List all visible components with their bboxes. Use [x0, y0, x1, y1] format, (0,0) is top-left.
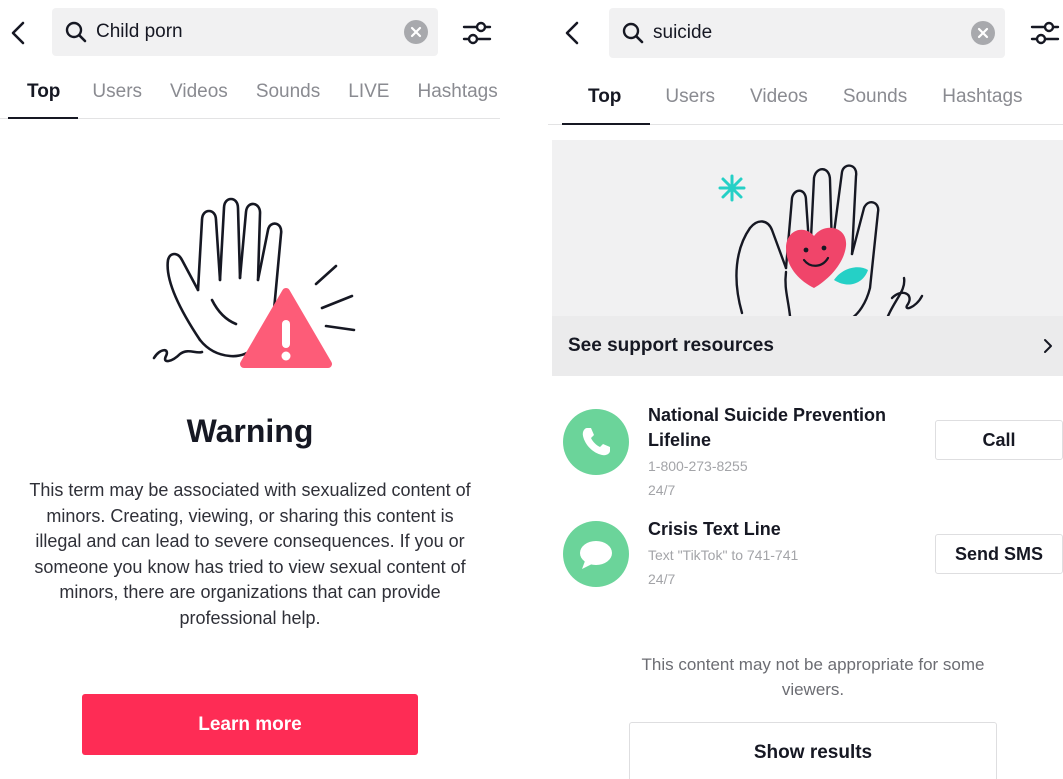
- see-support-resources-row[interactable]: See support resources: [552, 316, 1063, 376]
- support-banner: See support resources: [552, 140, 1063, 376]
- filter-sliders-icon[interactable]: [462, 18, 492, 48]
- contact-hours: 24/7: [648, 571, 676, 587]
- search-tabs: Top Users Videos Sounds LIVE Hashtags: [27, 81, 500, 103]
- tab-users[interactable]: Users: [92, 81, 142, 103]
- support-resources-label: See support resources: [568, 335, 774, 356]
- clear-search-icon[interactable]: [971, 21, 995, 45]
- contact-text-instruction: Text "TikTok" to 741-741: [648, 547, 799, 563]
- contact-name: Crisis Text Line: [648, 519, 781, 539]
- tab-videos[interactable]: Videos: [750, 86, 808, 108]
- left-search-screen: Child porn Top Users Videos Sounds LIVE …: [0, 0, 500, 779]
- contact-item-crisis-text-line: Crisis Text Line Text "TikTok" to 741-74…: [563, 517, 1063, 592]
- search-query[interactable]: Child porn: [96, 21, 404, 43]
- call-button[interactable]: Call: [935, 420, 1063, 460]
- search-bar[interactable]: suicide: [609, 8, 1005, 58]
- right-search-screen: suicide Top Users Videos Sounds Hashtags: [548, 0, 1063, 779]
- contact-phone-number: 1-800-273-8255: [648, 458, 748, 474]
- contact-name: National Suicide Prevention Lifeline: [648, 405, 887, 450]
- message-bubble-icon: [563, 521, 629, 587]
- active-tab-indicator: [562, 123, 650, 125]
- raised-hand-warning-illustration: [152, 197, 356, 368]
- send-sms-button[interactable]: Send SMS: [935, 534, 1063, 574]
- learn-more-button[interactable]: Learn more: [82, 694, 418, 755]
- tab-top[interactable]: Top: [27, 81, 60, 103]
- chevron-right-icon: [1044, 339, 1052, 353]
- show-results-button[interactable]: Show results: [629, 722, 997, 779]
- tab-top[interactable]: Top: [588, 86, 621, 108]
- search-icon: [65, 21, 87, 43]
- tab-sounds[interactable]: Sounds: [256, 81, 320, 103]
- active-tab-indicator: [8, 117, 78, 119]
- tab-live[interactable]: LIVE: [348, 81, 389, 103]
- search-tabs: Top Users Videos Sounds Hashtags: [588, 86, 1063, 108]
- phone-icon: [563, 409, 629, 475]
- tab-users[interactable]: Users: [665, 86, 715, 108]
- tab-hashtags[interactable]: Hashtags: [417, 81, 497, 103]
- hands-holding-heart-illustration: [718, 164, 924, 318]
- warning-title: Warning: [186, 413, 314, 449]
- sensitive-content-note: This content may not be appropriate for …: [641, 655, 985, 699]
- contact-hours: 24/7: [648, 482, 676, 498]
- search-bar[interactable]: Child porn: [52, 8, 438, 56]
- back-arrow-icon[interactable]: [6, 20, 32, 46]
- search-icon: [622, 22, 644, 44]
- warning-message: This term may be associated with sexuali…: [29, 480, 471, 628]
- contact-item-lifeline: National Suicide Prevention Lifeline 1-8…: [563, 403, 1063, 498]
- tab-videos[interactable]: Videos: [170, 81, 228, 103]
- filter-sliders-icon[interactable]: [1030, 18, 1060, 48]
- tab-hashtags[interactable]: Hashtags: [942, 86, 1022, 108]
- clear-search-icon[interactable]: [404, 20, 428, 44]
- back-arrow-icon[interactable]: [560, 20, 586, 46]
- search-query[interactable]: suicide: [653, 22, 971, 44]
- tab-sounds[interactable]: Sounds: [843, 86, 907, 108]
